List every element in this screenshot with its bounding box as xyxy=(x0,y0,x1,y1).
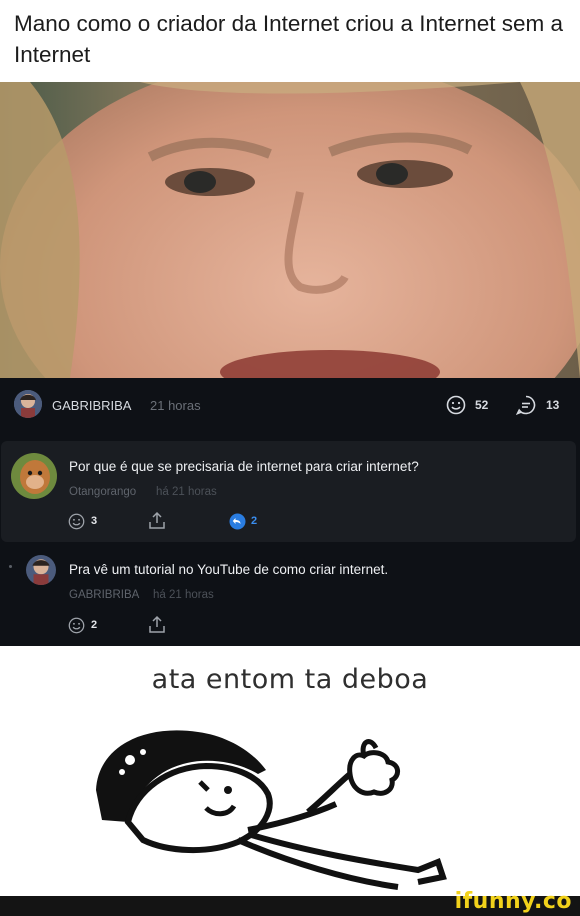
share-icon-glyph xyxy=(149,615,165,633)
smile-icon[interactable] xyxy=(68,617,85,634)
smile-icon[interactable] xyxy=(68,513,85,530)
thread-dot xyxy=(9,565,12,568)
ifunny-watermark: ifunny.co xyxy=(454,889,572,914)
comment-text: Por que é que se precisaria de internet … xyxy=(69,459,419,474)
comment-time: há 21 horas xyxy=(153,589,214,601)
comment-text: Pra vê um tutorial no YouTube de como cr… xyxy=(69,562,389,577)
meme-caption: Mano como o criador da Internet criou a … xyxy=(14,11,564,67)
post-smile-count: 52 xyxy=(475,398,489,412)
comment-icon[interactable] xyxy=(515,395,536,416)
reply-icon[interactable] xyxy=(229,513,246,530)
stick-figure-illustration xyxy=(96,730,447,890)
comment-reply-count[interactable]: 2 xyxy=(251,515,257,527)
comment-icon-glyph xyxy=(515,395,536,416)
comment-smile-count: 3 xyxy=(91,515,98,527)
face-photo-illustration xyxy=(0,82,580,378)
share-icon-glyph xyxy=(149,511,165,529)
reaction-meme-drawing xyxy=(88,712,468,894)
avatar-image xyxy=(26,555,56,585)
meme-photo xyxy=(0,82,580,378)
reply-icon-glyph xyxy=(229,513,246,530)
smile-icon-glyph xyxy=(68,617,85,634)
comment-smile-count: 2 xyxy=(91,619,98,631)
avatar[interactable] xyxy=(11,453,57,499)
avatar[interactable] xyxy=(26,555,56,585)
reaction-meme-text: ata entom ta deboa xyxy=(151,664,429,695)
avatar-image xyxy=(14,390,42,418)
smile-icon-glyph xyxy=(446,395,466,415)
post-username[interactable]: GABRIBRIBA xyxy=(52,398,131,413)
share-icon[interactable] xyxy=(148,511,166,530)
comment-time: há 21 horas xyxy=(156,486,217,498)
smile-icon[interactable] xyxy=(446,395,466,415)
share-icon[interactable] xyxy=(148,615,166,634)
comment-username[interactable]: GABRIBRIBA xyxy=(69,589,139,601)
post-time: 21 horas xyxy=(150,398,201,413)
avatar[interactable] xyxy=(14,390,42,418)
post-comment-count: 13 xyxy=(546,398,560,412)
avatar-image xyxy=(11,453,57,499)
comment-username[interactable]: Otangorango xyxy=(69,486,136,498)
smile-icon-glyph xyxy=(68,513,85,530)
